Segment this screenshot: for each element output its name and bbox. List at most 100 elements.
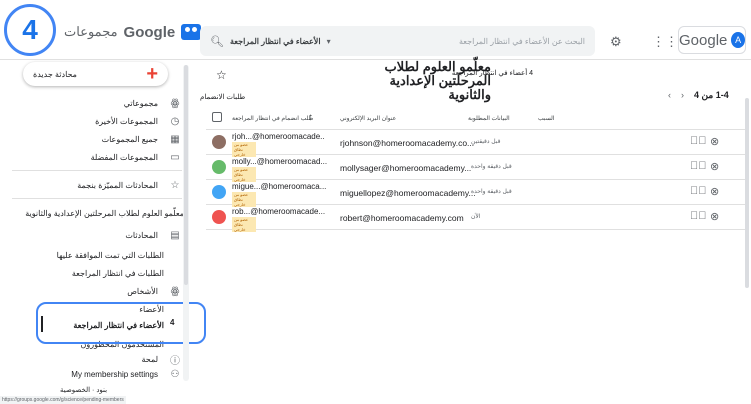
column-request[interactable]: طلب انضمام في انتظار المراجعة	[232, 115, 313, 122]
search-filter[interactable]: الأعضاء في انتظار المراجعة	[230, 37, 321, 46]
table-row[interactable]: rjoh...@homeroomacade.. عضو من نطاق خارج…	[206, 131, 746, 157]
google-logo-text: Google	[679, 31, 728, 49]
highlight-box	[36, 302, 206, 344]
sidebar-item-label: الأشخاص	[127, 286, 158, 296]
search-input[interactable]: البحث عن الأعضاء في انتظار المراجعة	[337, 37, 585, 46]
star-icon: ☆	[170, 179, 180, 191]
approve-icon[interactable]: ✓⃝	[690, 135, 707, 147]
member-email: robert@homeroomacademy.com	[340, 213, 464, 223]
plus-icon: +	[146, 63, 158, 85]
pending-count-badge: 4	[170, 318, 175, 327]
pending-member-count: 4 أعضاء في انتظار المراجعة	[451, 70, 533, 77]
member-email: rjohnson@homeroomacademy.co...	[340, 138, 475, 148]
select-all-checkbox[interactable]	[212, 112, 222, 122]
reject-icon[interactable]: ⊗	[710, 135, 719, 148]
page-range: 1-4 من 4	[694, 90, 729, 100]
page-title: معلّمو العلوم لطلاب المرحلتين الإعدادية …	[384, 59, 491, 102]
people-icon: ꙮ	[170, 285, 180, 297]
approve-icon[interactable]: ✓⃝	[690, 210, 707, 222]
folder-icon: ▭	[170, 151, 180, 163]
group-name-label: معلّمو العلوم لطلاب المرحلتين الإعدادية …	[25, 208, 184, 218]
table-row[interactable]: molly...@homeroomacad... عضو من نطاق خار…	[206, 156, 746, 182]
sidebar-scrollbar[interactable]	[184, 65, 188, 285]
active-indicator	[41, 316, 43, 332]
member-name: migue...@homeroomaca...	[232, 182, 327, 191]
search-bar[interactable]: البحث عن الأعضاء في انتظار المراجعة ▾ ال…	[200, 26, 595, 56]
pagination: 1-4 من 4 ‹ ›	[668, 90, 729, 101]
sidebar-group-name[interactable]: معلّمو العلوم لطلاب المرحلتين الإعدادية …	[10, 204, 184, 222]
sidebar-item-my-groups[interactable]: ꙮ مجموعاتي	[12, 94, 182, 112]
reject-icon[interactable]: ⊗	[710, 160, 719, 173]
table-header: ↑ طلب انضمام في انتظار المراجعة عنوان ال…	[206, 108, 746, 130]
divider	[12, 198, 182, 199]
new-chat-button[interactable]: + محادثة جديدة	[23, 62, 168, 86]
sidebar-item-label: المحادثات	[125, 230, 158, 240]
chevron-right-icon[interactable]: ›	[668, 90, 671, 101]
new-chat-label: محادثة جديدة	[33, 69, 77, 79]
divider	[12, 170, 182, 171]
column-email[interactable]: عنوان البريد الإلكتروني	[340, 115, 396, 122]
column-reason[interactable]: السبب	[538, 115, 555, 122]
sidebar-item-label: المجموعات المفضلة	[90, 152, 158, 162]
gear-icon[interactable]: ⚙	[610, 34, 622, 50]
brand-name-text: مجموعات	[64, 24, 118, 39]
external-badge: عضو من نطاق خارجي	[232, 142, 256, 157]
star-icon[interactable]: ☆	[216, 68, 227, 82]
person-settings-icon: ⚇	[170, 368, 180, 380]
main-content: معلّمو العلوم لطلاب المرحلتين الإعدادية …	[196, 60, 751, 403]
search-icon[interactable]: 🔍︎	[210, 35, 224, 48]
column-data[interactable]: البيانات المطلوبة	[468, 115, 510, 122]
sidebar-item-label: المحادثات المميّزة بنجمة	[77, 180, 158, 190]
table-row[interactable]: migue...@homeroomaca... عضو من نطاق خارج…	[206, 181, 746, 207]
sidebar-item-starred[interactable]: ☆ المحادثات المميّزة بنجمة	[12, 176, 182, 194]
approve-icon[interactable]: ✓⃝	[690, 160, 707, 172]
sidebar-item-conversations[interactable]: ▤ المحادثات	[12, 226, 182, 244]
sidebar-item-label: الطلبات في انتظار المراجعة	[71, 268, 164, 278]
sidebar-item-all-groups[interactable]: ▦ جميع المجموعات	[12, 130, 182, 148]
request-time: قبل دقيقة واحدة	[471, 189, 512, 195]
avatar	[212, 135, 226, 149]
people-icon: ꙮ	[170, 97, 180, 109]
sidebar-item-pending-posts[interactable]: الطلبات في انتظار المراجعة	[12, 264, 164, 282]
step-badge: 4	[4, 4, 56, 56]
apps-icon[interactable]: ⋮⋮	[652, 34, 678, 50]
sidebar-item-recent[interactable]: ◷ المجموعات الأخيرة	[12, 112, 182, 130]
request-time: الآن	[471, 214, 481, 220]
clock-icon: ◷	[170, 115, 180, 127]
top-bar: 4 Google مجموعات البحث عن الأعضاء في انت…	[0, 0, 751, 60]
chevron-left-icon[interactable]: ‹	[681, 90, 684, 101]
avatar[interactable]: A	[731, 32, 745, 48]
sidebar-item-label: المجموعات الأخيرة	[95, 116, 158, 126]
sidebar-item-label: الطلبات التي تمت الموافقة عليها	[56, 250, 164, 260]
member-email: miguellopez@homeroomacademy...	[340, 188, 476, 198]
sidebar: + محادثة جديدة ꙮ مجموعاتي ◷ المجموعات ال…	[0, 60, 194, 403]
table-row[interactable]: rob...@homeroomacade... عضو من نطاق خارج…	[206, 206, 746, 232]
request-time: قبل دقيقة واحدة	[471, 164, 512, 170]
reject-icon[interactable]: ⊗	[710, 185, 719, 198]
sidebar-item-favorites[interactable]: ▭ المجموعات المفضلة	[12, 148, 182, 166]
sidebar-item-settings[interactable]: ⚇ My membership settings	[12, 365, 182, 383]
external-badge: عضو من نطاق خارجي	[232, 167, 256, 182]
avatar	[212, 185, 226, 199]
external-badge: عضو من نطاق خارجي	[232, 217, 256, 232]
member-name: rjoh...@homeroomacade..	[232, 132, 325, 141]
member-email: mollysager@homeroomacademy...	[340, 163, 472, 173]
groups-icon	[181, 24, 202, 40]
google-account[interactable]: Google A	[678, 26, 746, 54]
main-scrollbar[interactable]	[745, 98, 749, 288]
brand-google-text: Google	[123, 23, 176, 41]
request-time: قبل دقيقتين	[471, 139, 501, 145]
sidebar-item-people[interactable]: ꙮ الأشخاص	[12, 282, 182, 300]
footer-terms[interactable]: بنود · الخصوصية	[60, 386, 107, 394]
external-badge: عضو من نطاق خارجي	[232, 192, 256, 207]
approve-icon[interactable]: ✓⃝	[690, 185, 707, 197]
sidebar-item-approved-posts[interactable]: الطلبات التي تمت الموافقة عليها	[12, 246, 164, 264]
groups-logo[interactable]: Google مجموعات	[64, 22, 202, 42]
grid-icon: ▦	[170, 133, 180, 145]
member-name: molly...@homeroomacad...	[232, 157, 328, 166]
chevron-down-icon[interactable]: ▾	[327, 37, 331, 46]
sidebar-item-label: لمحة	[141, 354, 158, 364]
reject-icon[interactable]: ⊗	[710, 210, 719, 223]
conversations-icon: ▤	[170, 229, 180, 241]
member-name: rob...@homeroomacade...	[232, 207, 326, 216]
